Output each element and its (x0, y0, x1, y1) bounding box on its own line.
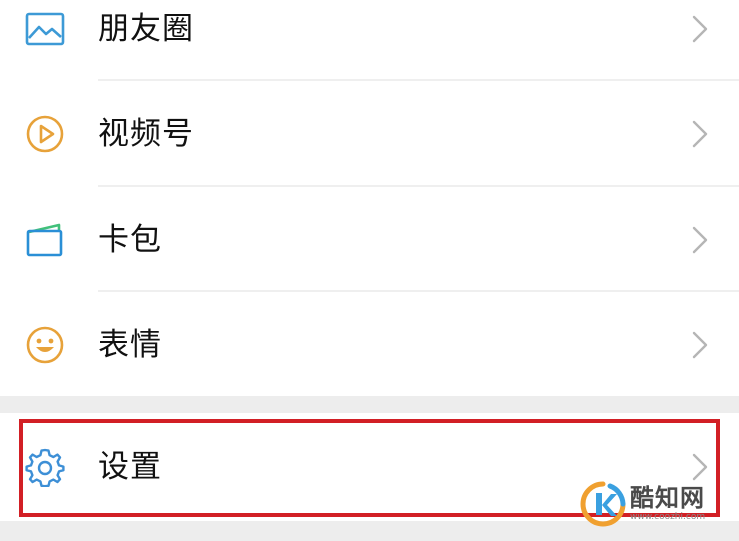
menu-item-label: 设置 (98, 448, 162, 485)
gear-icon (24, 446, 66, 488)
menu-item-moments[interactable]: 朋友圈 (0, 0, 739, 82)
menu-item-label: 视频号 (98, 115, 194, 152)
chevron-right-icon (691, 14, 709, 44)
watermark-title: 酷知网 (630, 484, 705, 512)
sticker-smile-icon (24, 324, 66, 366)
menu-group: 朋友圈 视频号 卡包 表情 (0, 0, 739, 396)
card-wallet-icon (24, 219, 66, 261)
wechat-me-menu-screen: 朋友圈 视频号 卡包 表情 设置 酷知网 www.coozhi.com (0, 0, 739, 541)
menu-item-label: 卡包 (98, 221, 162, 258)
chevron-right-icon (691, 330, 709, 360)
menu-item-label: 表情 (98, 326, 162, 363)
watermark-text: 酷知网 www.coozhi.com (630, 486, 705, 522)
channels-play-icon (24, 113, 66, 155)
chevron-right-icon (691, 119, 709, 149)
watermark-url: www.coozhi.com (630, 512, 706, 522)
chevron-right-icon (691, 225, 709, 255)
menu-item-channels[interactable]: 视频号 (0, 81, 739, 187)
coozhi-logo-icon (580, 481, 626, 527)
moments-image-icon (24, 8, 66, 50)
menu-item-stickers[interactable]: 表情 (0, 292, 739, 398)
menu-item-card-pack[interactable]: 卡包 (0, 187, 739, 293)
watermark: 酷知网 www.coozhi.com (580, 478, 730, 530)
menu-item-label: 朋友圈 (98, 10, 194, 47)
